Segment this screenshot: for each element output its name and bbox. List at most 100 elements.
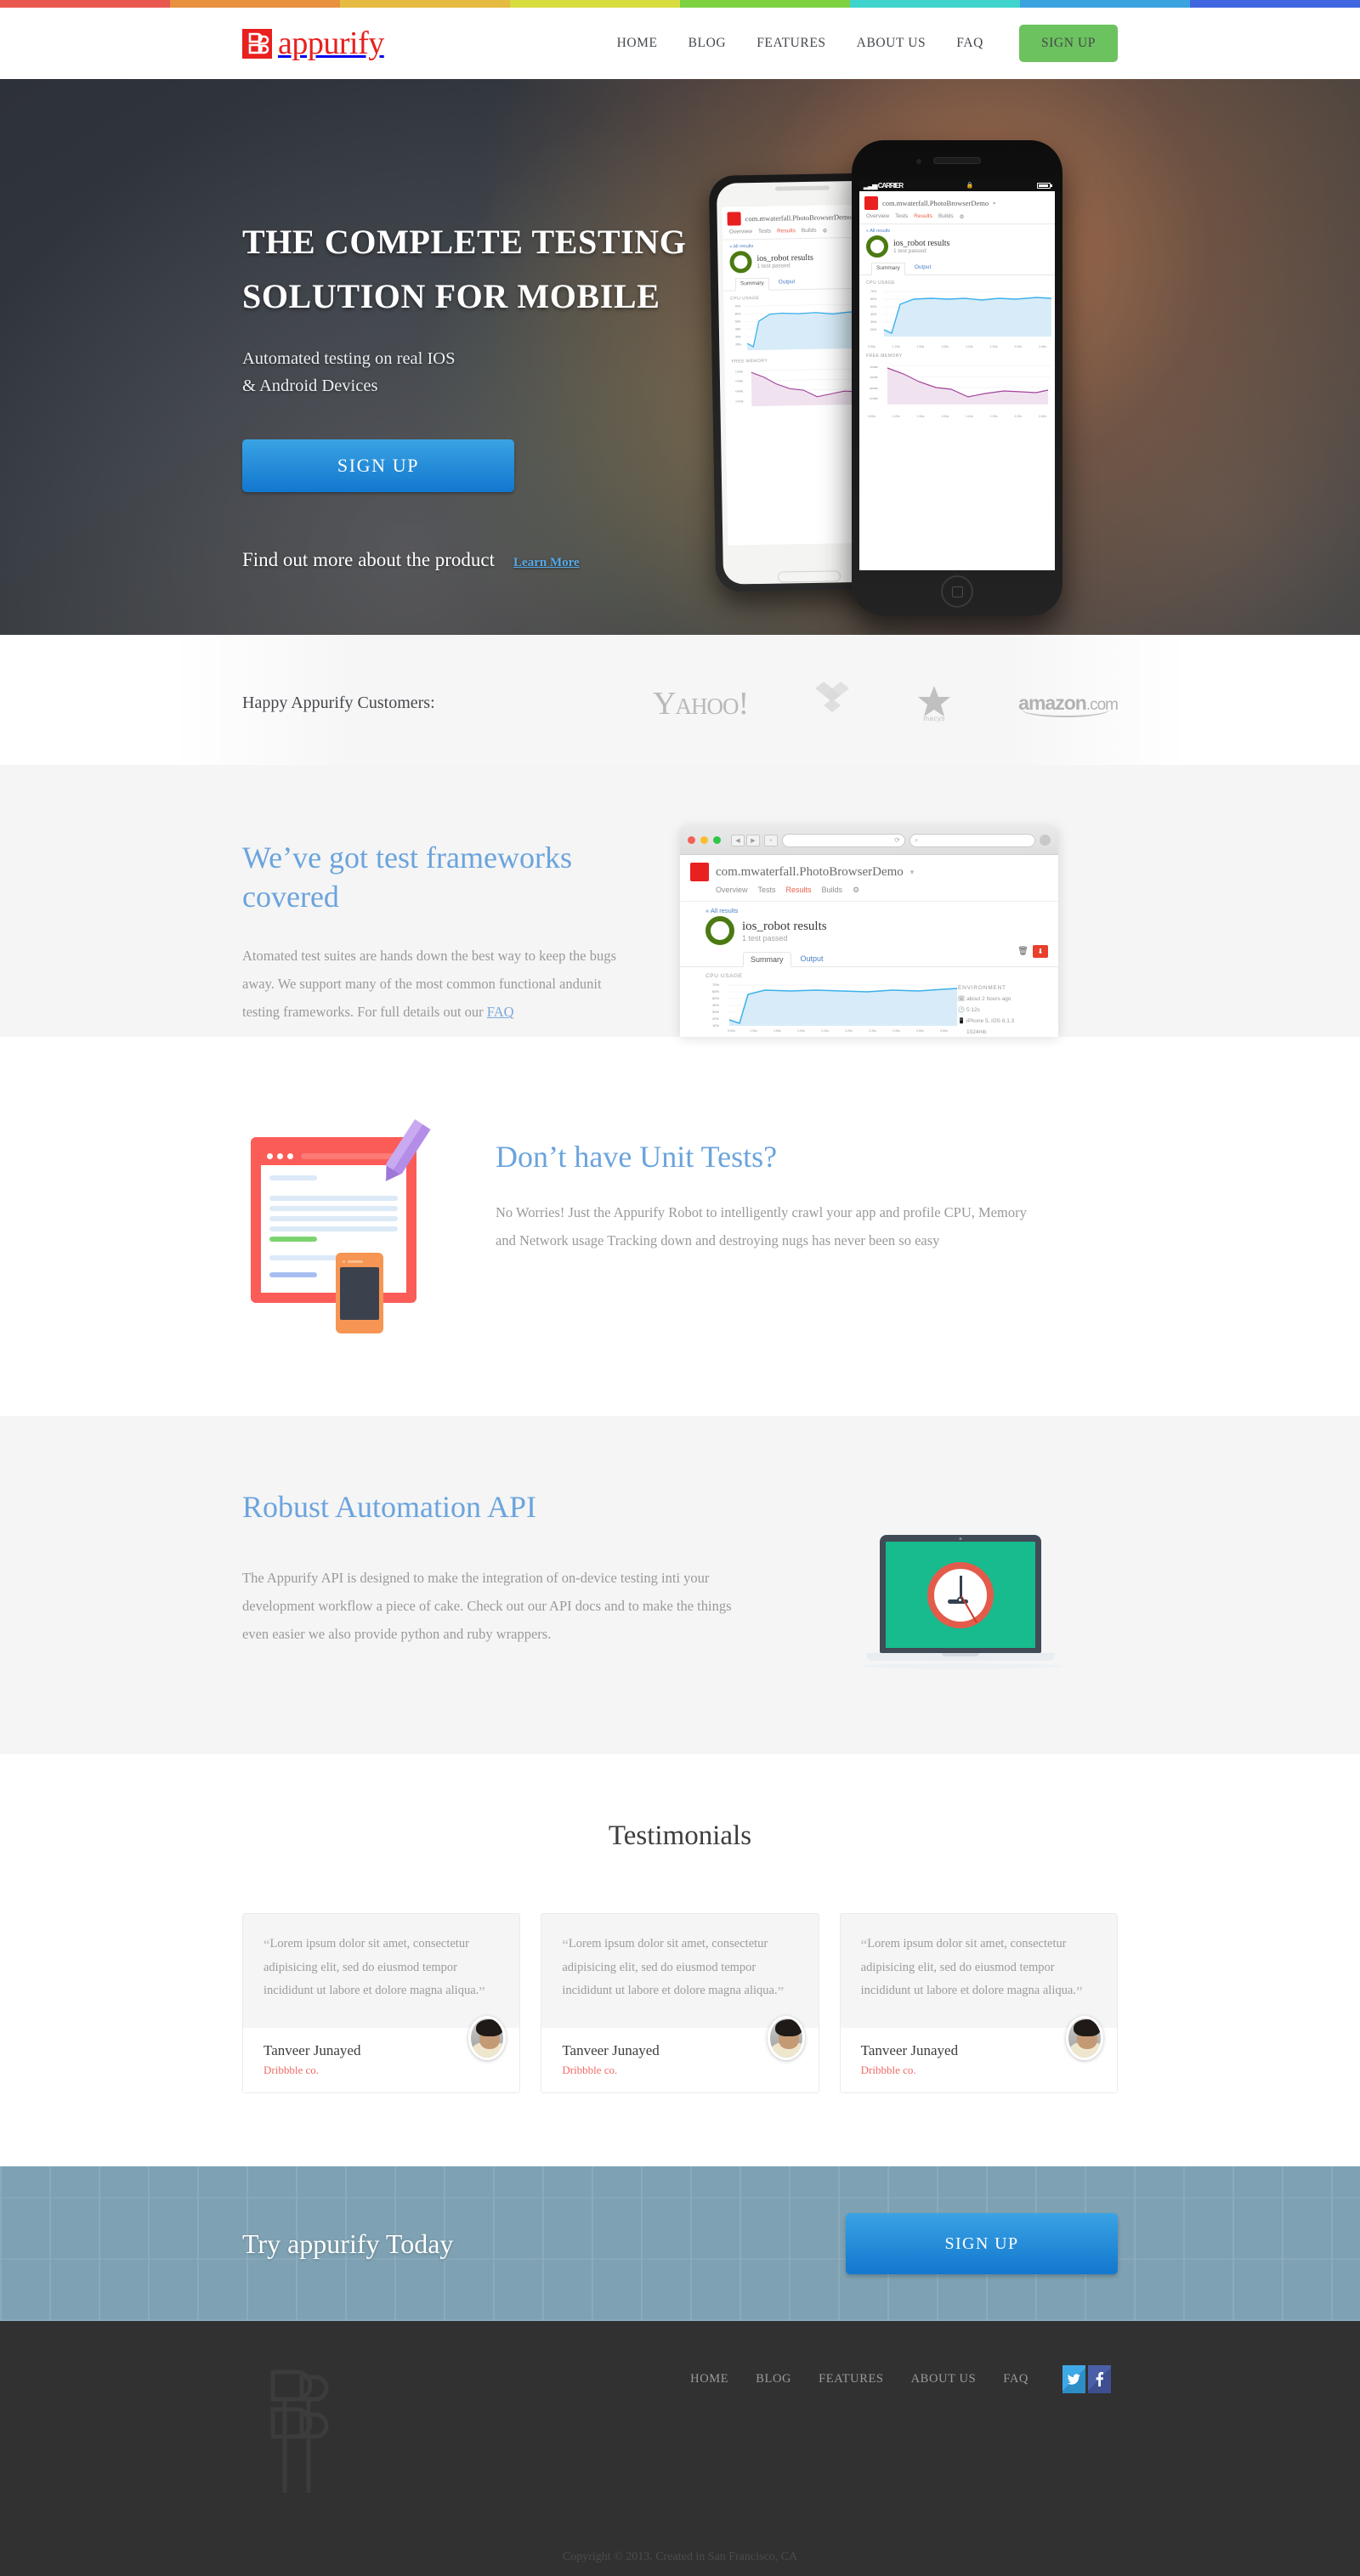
iphone-tab-overview[interactable]: Overview [866,213,889,220]
iphone-tab-builds[interactable]: Builds [938,213,954,220]
browser-tab-builds[interactable]: Builds [822,886,843,895]
browser-app-title: com.mwaterfall.PhotoBrowserDemo [716,864,904,879]
cta-signup-button[interactable]: SIGN UP [846,2213,1118,2274]
android-tab-builds[interactable]: Builds [802,228,817,235]
env-duration: 5:12s [966,1007,980,1013]
svg-text:50%: 50% [735,320,741,323]
brand-logo[interactable]: appurify [242,27,384,59]
testimonial-card: “Lorem ipsum dolor sit amet, consectetur… [242,1913,521,2093]
gear-icon[interactable]: ⚙ [822,228,828,235]
android-home-button[interactable] [777,570,842,583]
browser-tab-results[interactable]: Results [786,886,812,895]
footer-nav-home[interactable]: HOME [690,2372,728,2386]
iphone-mockup: ▂▃▅ CARRIER 🔒 com.mwaterfall.PhotoBrowse… [852,140,1062,616]
svg-text:40%: 40% [712,1003,719,1007]
android-tab-tests[interactable]: Tests [758,229,771,235]
frameworks-body: Atomated test suites are hands down the … [242,942,633,1026]
nav-item-features[interactable]: FEATURES [756,36,825,51]
iphone-tab-results[interactable]: Results [914,213,932,220]
nav-signup-button[interactable]: SIGN UP [1018,25,1118,62]
avatar [468,2016,507,2060]
browser-tab-overview[interactable]: Overview [716,886,748,895]
iphone-tab-tests[interactable]: Tests [895,213,908,220]
svg-text:50%: 50% [870,305,877,309]
nav-item-about-us[interactable]: ABOUT US [857,36,926,51]
back-icon[interactable]: ◀ [731,834,745,846]
download-icon[interactable]: ⬇ [1033,945,1048,958]
iphone-status-bar: ▂▃▅ CARRIER 🔒 [859,179,1055,191]
footer-nav-features[interactable]: FEATURES [819,2372,884,2386]
svg-text:705MB: 705MB [735,379,743,382]
frameworks-heading: We’ve got test frameworks covered [242,841,572,914]
laptop-clock-illustration [859,1535,1062,1669]
trash-icon[interactable]: 🗑 [1017,947,1028,956]
android-result-subtitle: 1 test passed [756,263,790,269]
chevron-down-icon[interactable]: ▾ [993,201,995,207]
app-logo-icon [690,863,709,881]
browser-search-input[interactable]: ⌕ [910,833,1035,847]
nav-item-home[interactable]: HOME [617,36,658,51]
svg-text:40%: 40% [870,313,877,316]
brand-wordmark: appurify [278,25,384,61]
minimize-icon[interactable] [700,836,708,844]
chevron-down-icon[interactable]: ▾ [910,868,915,877]
svg-text:1:20s: 1:20s [845,1029,853,1033]
gear-icon[interactable]: ⚙ [960,213,965,220]
iphone-subtab-summary[interactable]: Summary [871,263,905,275]
android-subtab-summary[interactable]: Summary [734,277,769,292]
footer-nav-faq[interactable]: FAQ [1003,2372,1028,2386]
svg-text:705MB: 705MB [870,376,878,379]
hero-subtitle-line-2: & Android Devices [242,376,378,395]
app-logo-icon [727,212,741,226]
frameworks-faq-link[interactable]: FAQ [487,1004,514,1020]
env-label: ENVIRONMENT [958,985,1006,991]
nav-item-faq[interactable]: FAQ [956,36,983,51]
android-tab-overview[interactable]: Overview [729,229,752,235]
iphone-memory-label: FREE MEMORY [866,354,903,359]
main-nav: HOME BLOG FEATURES ABOUT US FAQ SIGN UP [617,25,1118,62]
twitter-icon[interactable] [1062,2365,1085,2393]
hero-section: THE COMPLETE TESTING SOLUTION FOR MOBILE… [0,79,1360,635]
unit-tests-heading: Don’t have Unit Tests? [496,1140,778,1174]
iphone-home-button[interactable] [941,575,973,608]
close-icon[interactable] [688,836,695,844]
search-icon: ⌕ [915,835,919,844]
android-subtab-output[interactable]: Output [776,277,798,286]
api-body: The Appurify API is designed to make the… [242,1570,732,1642]
footer-nav-blog[interactable]: BLOG [756,2372,791,2386]
hero-learn-more-link[interactable]: Learn More [513,556,580,570]
gear-icon[interactable]: ⚙ [853,886,859,895]
testimonial-company: Dribbble co. [562,2064,618,2076]
pass-donut-icon [729,251,752,274]
browser-subtab-summary[interactable]: Summary [743,952,791,967]
hero-subtitle: Automated testing on real IOS & Android … [242,345,456,399]
pass-donut-icon [866,235,888,258]
browser-tab-tests[interactable]: Tests [758,886,776,895]
footer-nav-about-us[interactable]: ABOUT US [911,2372,977,2386]
testimonial-card: “Lorem ipsum dolor sit amet, consectetur… [839,1913,1118,2093]
iphone-all-results-link[interactable]: « All results [859,224,1055,235]
svg-text:70%: 70% [734,304,740,308]
frameworks-section: We’ve got test frameworks covered Atomat… [0,765,1360,1037]
browser-subtab-output[interactable]: Output [794,952,830,966]
avatar [1065,2016,1103,2060]
profile-avatar-icon[interactable] [1040,835,1051,846]
facebook-icon[interactable] [1088,2365,1111,2393]
dropbox-logo [814,681,850,726]
iphone-cpu-chart: 70% 60% 50% 40% 30% 20% [859,287,1055,344]
maximize-icon[interactable] [713,836,721,844]
android-tab-results[interactable]: Results [777,228,796,235]
new-tab-icon[interactable]: + [764,834,778,846]
browser-mockup: ◀ ▶ + ⟳ ⌕ com.mwaterfall.PhotoBrowserDem… [680,826,1058,1037]
iphone-subtab-output[interactable]: Output [912,263,934,272]
address-bar[interactable]: ⟳ [782,833,905,847]
svg-text:40%: 40% [735,327,741,331]
avatar [767,2016,805,2060]
nav-item-blog[interactable]: BLOG [688,36,727,51]
phone-icon: 📱 [958,1018,966,1024]
hero-signup-button[interactable]: SIGN UP [242,439,514,492]
forward-icon[interactable]: ▶ [746,834,760,846]
rainbow-segment [0,0,170,8]
amazon-logo: amazon.com [1018,692,1119,717]
browser-all-results-link[interactable]: « All results [680,902,1058,916]
